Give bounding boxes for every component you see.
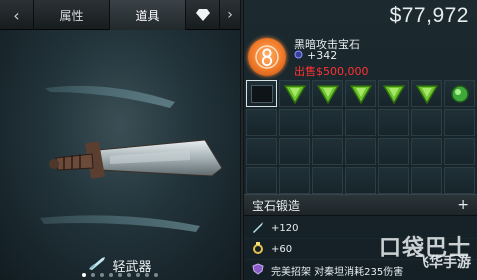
selected-item-info: 黑暗攻击宝石 +342 出售$500,000 xyxy=(244,34,477,78)
ring-icon xyxy=(252,241,264,257)
sword-icon xyxy=(88,256,106,274)
page-dot[interactable] xyxy=(136,273,140,277)
gem-forge-button[interactable]: 宝石锻造 + xyxy=(244,194,477,216)
inventory-slot[interactable] xyxy=(312,167,343,194)
page-dot[interactable] xyxy=(100,273,104,277)
inventory-slot[interactable] xyxy=(312,109,343,136)
inventory-slot[interactable] xyxy=(345,138,376,165)
page-dot[interactable] xyxy=(91,273,95,277)
chevron-right-icon[interactable]: › xyxy=(220,0,240,30)
plus-icon: + xyxy=(457,197,469,213)
inventory-slot[interactable] xyxy=(444,167,475,194)
inventory-slot[interactable] xyxy=(345,167,376,194)
page-dot[interactable] xyxy=(118,273,122,277)
sell-price: 出售$500,000 xyxy=(294,65,369,78)
inventory-slot[interactable] xyxy=(279,109,310,136)
green-gem-icon xyxy=(349,84,372,104)
page-dot[interactable] xyxy=(127,273,131,277)
watermark-sub: 飞华手游 xyxy=(415,255,471,271)
inventory-slot[interactable] xyxy=(312,80,343,107)
inventory-panel: $77,972 黑暗攻击宝石 +342 出售$500,000 宝石锻造 + +1… xyxy=(244,0,477,280)
dark-gem-icon xyxy=(294,49,303,62)
gem-forge-label: 宝石锻造 xyxy=(252,198,301,213)
inventory-slot-selected[interactable] xyxy=(246,80,277,107)
inventory-slot[interactable] xyxy=(378,167,409,194)
inventory-slot[interactable] xyxy=(411,167,442,194)
chevron-left-icon[interactable]: ‹ xyxy=(0,0,34,30)
stat-text: +120 xyxy=(271,222,299,234)
currency-bar: $77,972 xyxy=(244,0,477,36)
page-dot[interactable] xyxy=(82,273,86,277)
gem-8-icon xyxy=(248,38,286,76)
weapon-type-label: 轻武器 xyxy=(112,259,152,275)
page-indicator xyxy=(0,273,240,277)
money-display: $77,972 xyxy=(389,4,469,27)
green-gem-icon xyxy=(316,84,339,104)
tab-items[interactable]: 道具 xyxy=(110,0,186,30)
inventory-slot[interactable] xyxy=(444,138,475,165)
green-gem-icon xyxy=(415,84,438,104)
inventory-slot[interactable] xyxy=(345,80,376,107)
page-dot[interactable] xyxy=(154,273,158,277)
inventory-slot[interactable] xyxy=(279,138,310,165)
inventory-slot[interactable] xyxy=(312,138,343,165)
inventory-slot[interactable] xyxy=(279,167,310,194)
sword-illustration xyxy=(40,85,223,232)
top-tab-bar: ‹ 属性 道具 › xyxy=(0,0,240,30)
inventory-slot[interactable] xyxy=(246,138,277,165)
watermark: 口袋巴士 飞华手游 xyxy=(361,230,473,272)
item-stat-value: +342 xyxy=(307,49,338,62)
inventory-slot[interactable] xyxy=(279,80,310,107)
green-gem-icon xyxy=(382,84,405,104)
inventory-slot[interactable] xyxy=(378,80,409,107)
inventory-slot[interactable] xyxy=(345,109,376,136)
inventory-slot[interactable] xyxy=(378,109,409,136)
item-preview-panel: ‹ 属性 道具 › 轻武器 xyxy=(0,0,240,280)
inventory-slot[interactable] xyxy=(411,80,442,107)
inventory-slot[interactable] xyxy=(246,167,277,194)
sword-icon xyxy=(252,221,264,236)
item-stat: +342 xyxy=(294,49,337,62)
inventory-grid xyxy=(246,80,475,194)
inventory-slot[interactable] xyxy=(246,109,277,136)
inventory-slot[interactable] xyxy=(444,109,475,136)
stat-text: +60 xyxy=(271,243,293,255)
weapon-preview[interactable] xyxy=(0,30,240,250)
inventory-slot[interactable] xyxy=(444,80,475,107)
round-gem-icon xyxy=(450,84,469,103)
inventory-slot[interactable] xyxy=(411,109,442,136)
diamond-icon[interactable] xyxy=(186,0,220,30)
page-dot[interactable] xyxy=(109,273,113,277)
inventory-slot[interactable] xyxy=(378,138,409,165)
inventory-slot[interactable] xyxy=(411,138,442,165)
tab-attributes[interactable]: 属性 xyxy=(34,0,110,30)
page-dot[interactable] xyxy=(145,273,149,277)
shield-icon xyxy=(252,262,264,278)
green-gem-icon xyxy=(283,84,306,104)
